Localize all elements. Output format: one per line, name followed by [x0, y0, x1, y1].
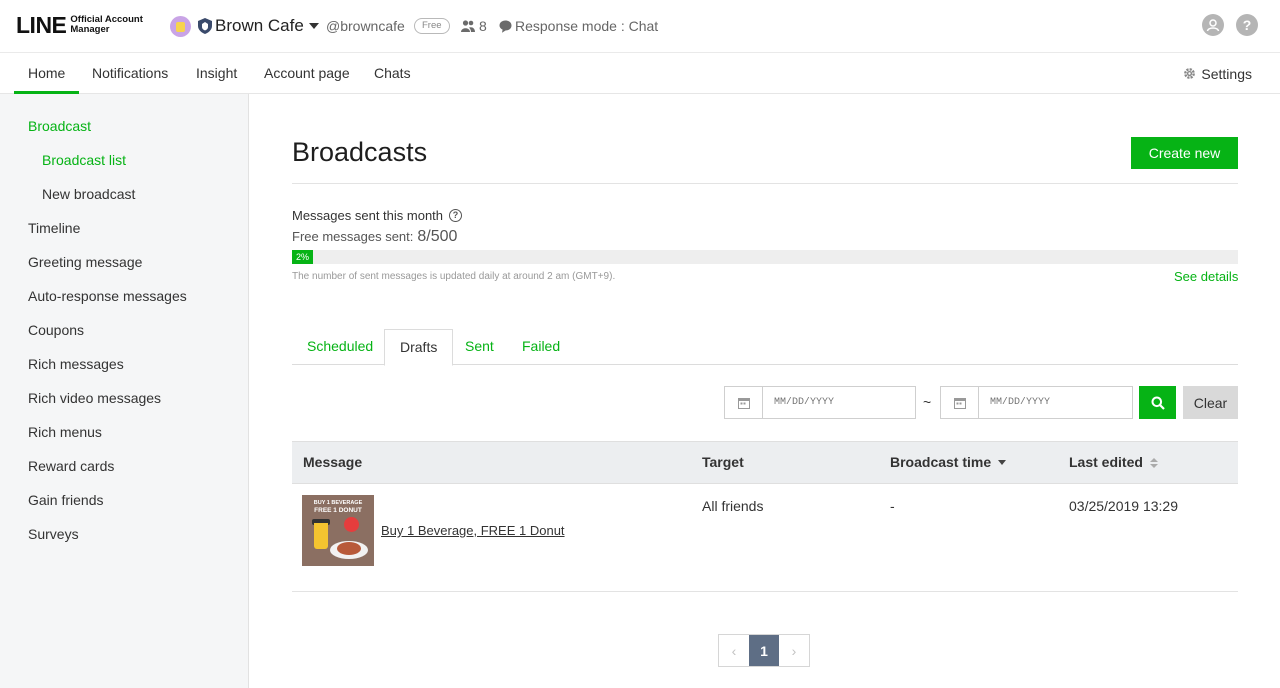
target-cell: All friends [702, 498, 764, 514]
nav-tab-notifications[interactable]: Notifications [78, 53, 182, 94]
nav-tab-account-page[interactable]: Account page [250, 53, 364, 94]
account-avatar [170, 15, 191, 37]
message-title-link[interactable]: Buy 1 Beverage, FREE 1 Donut [381, 523, 565, 538]
thumbnail-text-line2: FREE 1 DONUT [314, 507, 362, 514]
account-switcher[interactable]: Brown Cafe [170, 15, 319, 37]
top-header: LINE Official Account Manager Brown Cafe… [0, 0, 1280, 53]
friends-count[interactable]: 8 [461, 18, 487, 34]
end-date-input[interactable] [979, 387, 1129, 418]
sidebar-item-greeting-message[interactable]: Greeting message [28, 254, 142, 270]
search-icon [1151, 396, 1165, 410]
tab-sent[interactable]: Sent [450, 329, 509, 365]
calendar-icon[interactable] [941, 387, 979, 418]
update-note: The number of sent messages is updated d… [292, 271, 616, 282]
column-last-edited-label: Last edited [1069, 454, 1143, 470]
logo-subtitle: Official Account Manager [70, 14, 143, 35]
sort-icon [1149, 457, 1158, 468]
messages-sent-text: Messages sent this month [292, 208, 444, 223]
date-range-separator: ~ [923, 394, 932, 410]
divider [292, 183, 1238, 184]
sidebar-item-gain-friends[interactable]: Gain friends [28, 492, 103, 508]
account-handle: @browncafe [326, 18, 405, 34]
verified-shield-icon [198, 18, 212, 34]
sidebar-item-broadcast[interactable]: Broadcast [28, 118, 91, 134]
sidebar: Broadcast Broadcast list New broadcast T… [0, 94, 249, 688]
message-thumbnail[interactable]: BUY 1 BEVERAGE FREE 1 DONUT [302, 495, 374, 566]
tab-drafts[interactable]: Drafts [384, 329, 454, 366]
sidebar-item-coupons[interactable]: Coupons [28, 322, 84, 338]
settings-label: Settings [1201, 65, 1252, 82]
calendar-icon[interactable] [725, 387, 763, 418]
chat-bubble-icon [499, 20, 512, 33]
settings-link[interactable]: Settings [1183, 53, 1252, 94]
broadcast-tabs: Scheduled Drafts Sent Failed [292, 329, 1238, 366]
free-messages-label: Free messages sent: [292, 229, 414, 244]
question-icon[interactable]: ? [449, 209, 463, 222]
friends-count-value: 8 [479, 18, 487, 34]
column-broadcast-time-label: Broadcast time [890, 454, 992, 470]
see-details-link[interactable]: See details [1174, 269, 1238, 284]
nav-tab-chats[interactable]: Chats [360, 53, 425, 94]
sidebar-item-surveys[interactable]: Surveys [28, 526, 79, 542]
nav-tab-home[interactable]: Home [14, 53, 80, 94]
pagination: ‹ 1 › [718, 634, 810, 667]
start-date-input[interactable] [763, 387, 913, 418]
column-last-edited[interactable]: Last edited [1069, 442, 1158, 483]
prev-page-button[interactable]: ‹ [719, 635, 749, 666]
sidebar-item-rich-video-messages[interactable]: Rich video messages [28, 390, 161, 406]
table-header: Message Target Broadcast time Last edite… [292, 441, 1238, 484]
column-target-label: Target [702, 454, 744, 470]
nav-tab-insight[interactable]: Insight [182, 53, 251, 94]
sidebar-item-rich-menus[interactable]: Rich menus [28, 424, 102, 440]
sidebar-item-rich-messages[interactable]: Rich messages [28, 356, 124, 372]
messages-sent-label: Messages sent this month ? [292, 208, 463, 223]
tab-scheduled[interactable]: Scheduled [292, 329, 388, 365]
usage-progress-percent: 2% [296, 252, 310, 262]
search-button[interactable] [1139, 386, 1176, 419]
user-profile-icon[interactable] [1202, 14, 1224, 36]
help-icon[interactable]: ? [1236, 14, 1258, 36]
plan-badge: Free [414, 18, 450, 34]
last-edited-cell: 03/25/2019 13:29 [1069, 498, 1178, 514]
main-nav: Home Notifications Insight Account page … [0, 53, 1280, 94]
account-name: Brown Cafe [215, 16, 304, 35]
page-title: Broadcasts [292, 137, 428, 167]
create-new-button[interactable]: Create new [1131, 137, 1238, 169]
friends-icon [461, 20, 475, 32]
end-date-picker[interactable] [940, 386, 1133, 419]
column-broadcast-time[interactable]: Broadcast time [890, 442, 1007, 483]
response-mode[interactable]: Response mode : Chat [499, 18, 658, 34]
sort-desc-icon [998, 460, 1007, 465]
tab-failed[interactable]: Failed [507, 329, 575, 365]
thumbnail-text-line1: BUY 1 BEVERAGE [313, 500, 363, 506]
gear-icon [1184, 68, 1196, 79]
sidebar-item-broadcast-list[interactable]: Broadcast list [42, 152, 126, 168]
line-logo[interactable]: LINE Official Account Manager [16, 13, 154, 37]
broadcast-time-cell: - [890, 498, 895, 514]
logo-wordmark: LINE [16, 12, 67, 38]
sidebar-item-auto-response[interactable]: Auto-response messages [28, 288, 187, 304]
usage-progress-fill: 2% [292, 250, 313, 264]
free-messages-sent: Free messages sent: 8/500 [292, 228, 457, 246]
free-messages-count: 8/500 [417, 228, 458, 245]
sidebar-item-reward-cards[interactable]: Reward cards [28, 458, 114, 474]
table-row[interactable]: BUY 1 BEVERAGE FREE 1 DONUT Buy 1 Bevera… [292, 484, 1238, 592]
column-message-label: Message [303, 454, 363, 470]
response-mode-label: Response mode : Chat [515, 18, 659, 34]
page-1-button[interactable]: 1 [749, 635, 779, 666]
usage-progress-bar: 2% [292, 250, 1238, 264]
clear-button[interactable]: Clear [1183, 386, 1238, 419]
start-date-picker[interactable] [724, 386, 916, 419]
sidebar-item-new-broadcast[interactable]: New broadcast [42, 186, 135, 202]
next-page-button[interactable]: › [779, 635, 809, 666]
sidebar-item-timeline[interactable]: Timeline [28, 220, 80, 236]
column-message: Message [303, 442, 362, 483]
chevron-down-icon [308, 23, 319, 29]
column-target: Target [702, 442, 744, 483]
